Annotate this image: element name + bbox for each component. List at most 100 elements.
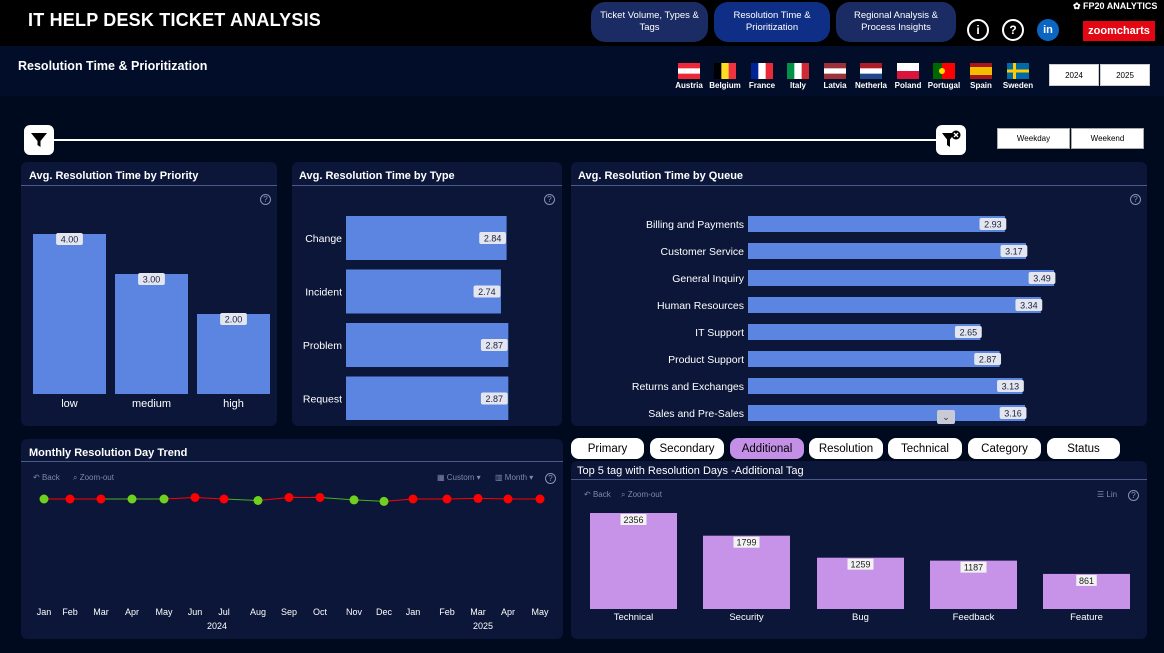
scroll-down-icon[interactable]: ⌄ <box>937 410 955 424</box>
tab-primary[interactable]: Primary <box>571 438 644 459</box>
fp20-logo-icon: ✿ <box>1073 1 1084 11</box>
scale-toggle[interactable]: ☰ Lin <box>1097 490 1117 499</box>
tab-resolution[interactable]: Resolution <box>809 438 883 459</box>
trend-point[interactable] <box>127 494 137 504</box>
flag-latvia-icon[interactable] <box>824 63 846 79</box>
flag-label-austria[interactable]: Austria <box>672 81 706 90</box>
tag-bar-technical[interactable] <box>590 513 677 609</box>
tab-secondary[interactable]: Secondary <box>650 438 724 459</box>
zoomcharts-logo[interactable]: zoomcharts <box>1083 21 1155 41</box>
nav-resolution-time[interactable]: Resolution Time & Prioritization <box>714 2 830 42</box>
trend-month-label: Dec <box>376 607 393 617</box>
flag-netherla-icon[interactable] <box>860 63 882 79</box>
help-icon[interactable]: ? <box>1128 490 1139 501</box>
trend-point[interactable] <box>535 494 545 504</box>
queue-bar[interactable] <box>748 243 1026 259</box>
flag-italy-icon[interactable] <box>787 63 809 79</box>
help-icon[interactable]: ? <box>1002 19 1024 41</box>
priority-bar-low[interactable] <box>33 234 106 394</box>
trend-point[interactable] <box>219 494 229 504</box>
nav-ticket-volume[interactable]: Ticket Volume, Types & Tags <box>591 2 708 42</box>
linkedin-icon[interactable]: in <box>1037 19 1059 41</box>
filter-icon[interactable] <box>24 125 54 155</box>
tag-category-label: Security <box>729 612 764 623</box>
tab-technical[interactable]: Technical <box>888 438 962 459</box>
help-icon[interactable]: ? <box>544 194 555 205</box>
custom-dropdown[interactable]: ▦ Custom ▾ <box>437 473 481 482</box>
flag-belgium-icon[interactable] <box>714 63 736 79</box>
flag-label-netherla[interactable]: Netherla <box>854 81 888 90</box>
flag-label-portugal[interactable]: Portugal <box>927 81 961 90</box>
info-icon[interactable]: i <box>967 19 989 41</box>
year-button-2025[interactable]: 2025 <box>1100 64 1150 86</box>
flag-label-belgium[interactable]: Belgium <box>708 81 742 90</box>
tab-additional[interactable]: Additional <box>730 438 804 459</box>
flag-spain-icon[interactable] <box>970 63 992 79</box>
weekday-button[interactable]: Weekday <box>997 128 1070 149</box>
flag-france-icon[interactable] <box>751 63 773 79</box>
trend-point[interactable] <box>159 494 169 504</box>
month-dropdown[interactable]: ▥ Month ▾ <box>495 473 533 482</box>
trend-point[interactable] <box>253 496 263 505</box>
flag-austria-icon[interactable] <box>678 63 700 79</box>
trend-month-label: Feb <box>439 607 455 617</box>
trend-line-segment <box>257 497 290 501</box>
trend-point[interactable] <box>284 493 294 502</box>
trend-year-label: 2025 <box>473 621 493 631</box>
nav-label: Ticket Volume, Types & <box>600 10 699 21</box>
queue-chart-title: Avg. Resolution Time by Queue <box>578 170 744 182</box>
flag-label-sweden[interactable]: Sweden <box>1001 81 1035 90</box>
priority-bar-high[interactable] <box>197 314 270 394</box>
trend-month-label: Jul <box>218 607 230 617</box>
trend-point[interactable] <box>379 496 389 506</box>
trend-line-segment <box>319 497 355 501</box>
queue-category-label: Human Resources <box>657 300 744 312</box>
trend-point[interactable] <box>190 493 200 502</box>
queue-bar[interactable] <box>748 270 1054 286</box>
queue-bar[interactable] <box>748 216 1005 232</box>
tab-status[interactable]: Status <box>1047 438 1120 459</box>
year-button-2024[interactable]: 2024 <box>1049 64 1099 86</box>
clear-filter-icon[interactable] <box>936 125 966 155</box>
priority-bar-medium[interactable] <box>115 274 188 394</box>
queue-bar[interactable] <box>748 405 1026 421</box>
help-icon[interactable]: ? <box>545 473 556 484</box>
zoom-out-button[interactable]: ⌕ Zoom-out <box>621 490 662 500</box>
trend-point[interactable] <box>408 494 418 504</box>
flag-label-latvia[interactable]: Latvia <box>818 81 852 90</box>
queue-bar[interactable] <box>748 378 1023 394</box>
filter-slider-track[interactable] <box>40 139 955 141</box>
queue-category-label: Billing and Payments <box>646 219 744 231</box>
zoom-out-button[interactable]: ⌕ Zoom-out <box>73 473 114 483</box>
flag-label-poland[interactable]: Poland <box>891 81 925 90</box>
nav-regional-analysis[interactable]: Regional Analysis & Process Insights <box>836 2 956 42</box>
queue-bar[interactable] <box>748 324 981 340</box>
trend-chart-title: Monthly Resolution Day Trend <box>29 447 188 459</box>
flag-portugal-icon[interactable] <box>933 63 955 79</box>
trend-point[interactable] <box>315 493 325 502</box>
back-button[interactable]: ↶ Back <box>33 473 60 482</box>
trend-point[interactable] <box>96 494 106 504</box>
help-icon[interactable]: ? <box>1130 194 1141 205</box>
trend-month-label: Jan <box>406 607 421 617</box>
trend-line-chart: Jan Feb Mar Apr May Jun Jul Aug Sep Oct Nov Dec Jan F… <box>37 493 549 631</box>
trend-line-segment <box>223 498 259 501</box>
trend-point[interactable] <box>473 493 483 503</box>
flag-label-spain[interactable]: Spain <box>964 81 998 90</box>
trend-point[interactable] <box>39 494 49 504</box>
tab-category[interactable]: Category <box>968 438 1041 459</box>
trend-point[interactable] <box>65 494 75 504</box>
queue-category-label: Sales and Pre-Sales <box>648 408 744 420</box>
flag-label-france[interactable]: France <box>745 81 779 90</box>
flag-poland-icon[interactable] <box>897 63 919 79</box>
trend-point[interactable] <box>503 494 513 504</box>
priority-bar-chart: 4.00 low 3.00 medium 2.00 high <box>33 233 270 410</box>
queue-bar[interactable] <box>748 297 1041 313</box>
trend-point[interactable] <box>349 495 359 505</box>
queue-bar[interactable] <box>748 351 1000 367</box>
trend-point[interactable] <box>442 494 452 504</box>
back-button[interactable]: ↶ Back <box>584 490 611 499</box>
flag-label-italy[interactable]: Italy <box>781 81 815 90</box>
flag-sweden-icon[interactable] <box>1007 63 1029 79</box>
weekend-button[interactable]: Weekend <box>1071 128 1144 149</box>
